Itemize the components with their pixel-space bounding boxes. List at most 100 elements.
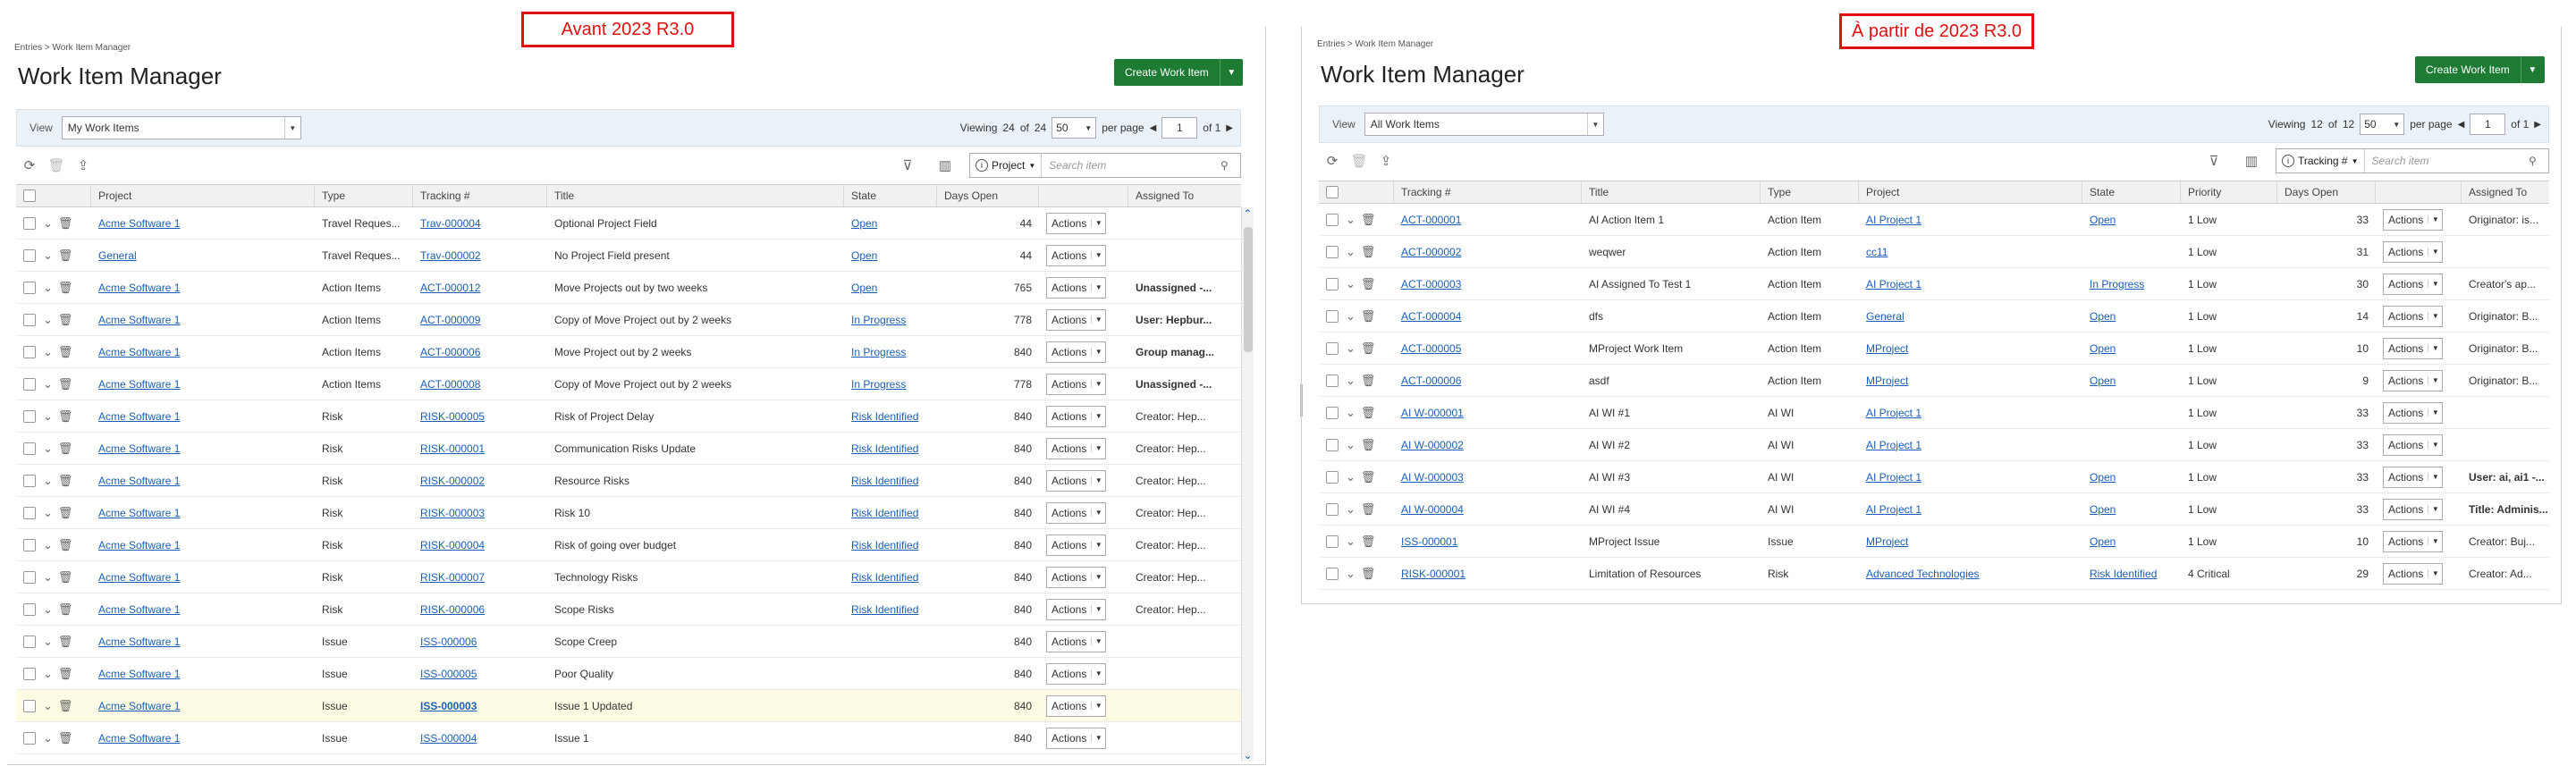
actions-dropdown[interactable]: Actions ▼ (1046, 501, 1107, 524)
actions-dropdown[interactable]: Actions ▼ (2383, 434, 2444, 456)
project-cell-text[interactable]: MProject (1866, 342, 1908, 355)
table-row[interactable]: ⌄ 🗑 Acme Software 1 Risk RISK-000004 Risk of … (16, 529, 1241, 561)
actions-dropdown[interactable]: Actions ▼ (2383, 401, 2444, 424)
actions-label[interactable]: Actions (1047, 314, 1091, 326)
row-checkbox[interactable] (23, 699, 36, 712)
chevron-down-icon[interactable]: ⌄ (1346, 406, 1356, 420)
actions-label[interactable]: Actions (2384, 342, 2428, 355)
chevron-down-icon[interactable]: ▼ (1091, 541, 1105, 549)
project-cell[interactable]: Acme Software 1 (91, 658, 315, 689)
state-cell[interactable]: Risk Identified (844, 593, 937, 625)
chevron-down-icon[interactable]: ⌄ (43, 602, 53, 617)
chevron-down-icon[interactable]: ▼ (1028, 162, 1035, 170)
actions-label[interactable]: Actions (1047, 700, 1091, 712)
row-checkbox[interactable] (1326, 341, 1339, 355)
actions-dropdown[interactable]: Actions ▼ (1046, 598, 1107, 620)
tracking-cell-text[interactable]: ISS-000004 (420, 732, 477, 745)
state-cell[interactable]: Open (844, 240, 937, 271)
actions-label[interactable]: Actions (1047, 668, 1091, 680)
tracking-cell[interactable]: RISK-000002 (413, 465, 547, 496)
project-cell-text[interactable]: AI Project 1 (1866, 503, 1921, 516)
chevron-down-icon[interactable]: ⌄ (43, 474, 53, 488)
tracking-cell-text[interactable]: RISK-000004 (420, 539, 485, 551)
tracking-cell[interactable]: ACT-000003 (1394, 268, 1582, 299)
scroll-up-icon[interactable]: ⌃ (1242, 207, 1254, 220)
row-checkbox[interactable] (23, 506, 36, 519)
tracking-cell[interactable]: AI W-000004 (1394, 493, 1582, 525)
state-cell[interactable]: In Progress (844, 304, 937, 335)
export-icon[interactable]: ⇪ (70, 157, 97, 173)
tracking-cell[interactable]: ACT-000008 (413, 368, 547, 400)
tracking-cell-text[interactable]: ACT-000005 (1401, 342, 1461, 355)
next-page-icon[interactable]: ▶ (2534, 120, 2541, 130)
chevron-down-icon[interactable]: ⌄ (1346, 438, 1356, 452)
trash-icon[interactable]: 🗑 (1361, 567, 1376, 581)
chevron-down-icon[interactable]: ⌄ (43, 538, 53, 552)
tracking-cell-text[interactable]: Trav-000004 (420, 217, 481, 230)
row-checkbox[interactable] (1326, 245, 1339, 258)
tracking-cell[interactable]: ACT-000004 (1394, 300, 1582, 332)
columns-icon[interactable]: ▥ (2238, 153, 2265, 169)
table-row[interactable]: ⌄ 🗑 Acme Software 1 Risk RISK-000007 Technolo… (16, 561, 1241, 593)
actions-label[interactable]: Actions (1047, 346, 1091, 358)
trash-icon[interactable]: 🗑 (1361, 277, 1376, 291)
table-row[interactable]: ⌄ 🗑 Acme Software 1 Travel Reques... Trav-00… (16, 207, 1241, 240)
actions-label[interactable]: Actions (2384, 375, 2428, 387)
tracking-cell[interactable]: RISK-000007 (413, 561, 547, 593)
state-cell-text[interactable]: Risk Identified (851, 442, 918, 455)
chevron-down-icon[interactable]: ▼ (2428, 376, 2442, 384)
tracking-cell[interactable]: ISS-000004 (413, 722, 547, 753)
row-checkbox[interactable] (1326, 374, 1339, 387)
tracking-cell-text[interactable]: RISK-000001 (1401, 568, 1465, 580)
project-cell[interactable]: Acme Software 1 (91, 336, 315, 367)
per-page-select[interactable]: 50 ▼ (2360, 114, 2405, 135)
trash-icon[interactable]: 🗑 (58, 248, 73, 263)
row-checkbox[interactable] (23, 570, 36, 584)
actions-label[interactable]: Actions (2384, 568, 2428, 580)
actions-dropdown[interactable]: Actions ▼ (1046, 276, 1107, 299)
table-row[interactable]: ⌄ 🗑 RISK-000001 Limitation of Resources Risk… (1319, 558, 2549, 590)
chevron-down-icon[interactable]: ⌄ (1346, 470, 1356, 484)
project-cell[interactable]: MProject (1859, 365, 2082, 396)
page-input[interactable]: 1 (2470, 114, 2506, 135)
chevron-down-icon[interactable]: ▼ (2428, 280, 2442, 288)
project-cell-text[interactable]: Acme Software 1 (98, 603, 180, 616)
chevron-down-icon[interactable]: ⌄ (1346, 277, 1356, 291)
refresh-icon[interactable]: ⟳ (1319, 153, 1346, 169)
state-cell-text[interactable]: Risk Identified (851, 507, 918, 519)
chevron-down-icon[interactable]: ▼ (2428, 569, 2442, 577)
state-cell[interactable]: Open (2082, 204, 2181, 235)
tracking-cell-text[interactable]: ISS-000001 (1401, 535, 1457, 548)
chevron-down-icon[interactable]: ▼ (1091, 316, 1105, 324)
tracking-cell[interactable]: ACT-000005 (1394, 332, 1582, 364)
create-work-item-label[interactable]: Create Work Item (2415, 63, 2521, 76)
chevron-down-icon[interactable]: ▼ (2428, 537, 2442, 545)
state-cell[interactable]: Open (2082, 300, 2181, 332)
row-checkbox[interactable] (23, 377, 36, 391)
filter-icon[interactable]: ⊽ (894, 157, 921, 173)
chevron-down-icon[interactable]: ▼ (2428, 248, 2442, 256)
actions-dropdown[interactable]: Actions ▼ (2383, 562, 2444, 585)
header-state[interactable]: State (844, 185, 937, 206)
project-cell-text[interactable]: cc11 (1866, 246, 1888, 258)
row-checkbox[interactable] (23, 248, 36, 262)
tracking-cell[interactable]: ISS-000001 (1394, 526, 1582, 557)
actions-label[interactable]: Actions (1047, 732, 1091, 745)
header-tracking[interactable]: Tracking # (1394, 181, 1582, 203)
table-row[interactable]: ⌄ 🗑 Acme Software 1 Action Items ACT-000009 C… (16, 304, 1241, 336)
chevron-down-icon[interactable]: ⌄ (43, 731, 53, 745)
chevron-down-icon[interactable]: ▼ (1091, 637, 1105, 645)
chevron-down-icon[interactable]: ▼ (2428, 215, 2442, 223)
trash-icon[interactable]: 🗑 (58, 570, 73, 585)
state-cell-text[interactable]: Risk Identified (851, 571, 918, 584)
row-checkbox[interactable] (23, 442, 36, 455)
state-cell-text[interactable]: Open (851, 282, 877, 294)
chevron-down-icon[interactable]: ⌄ (43, 345, 53, 359)
state-cell[interactable] (844, 626, 937, 657)
state-cell-text[interactable]: Risk Identified (851, 410, 918, 423)
header-priority[interactable]: Priority (2181, 181, 2277, 203)
search-box[interactable]: i Project ▼ Search item ⚲ (969, 153, 1241, 178)
tracking-cell[interactable]: RISK-000003 (413, 497, 547, 528)
vertical-scrollbar[interactable]: ⌃ ⌄ (1241, 207, 1254, 762)
search-box[interactable]: i Tracking # ▼ Search item ⚲ (2276, 148, 2549, 173)
